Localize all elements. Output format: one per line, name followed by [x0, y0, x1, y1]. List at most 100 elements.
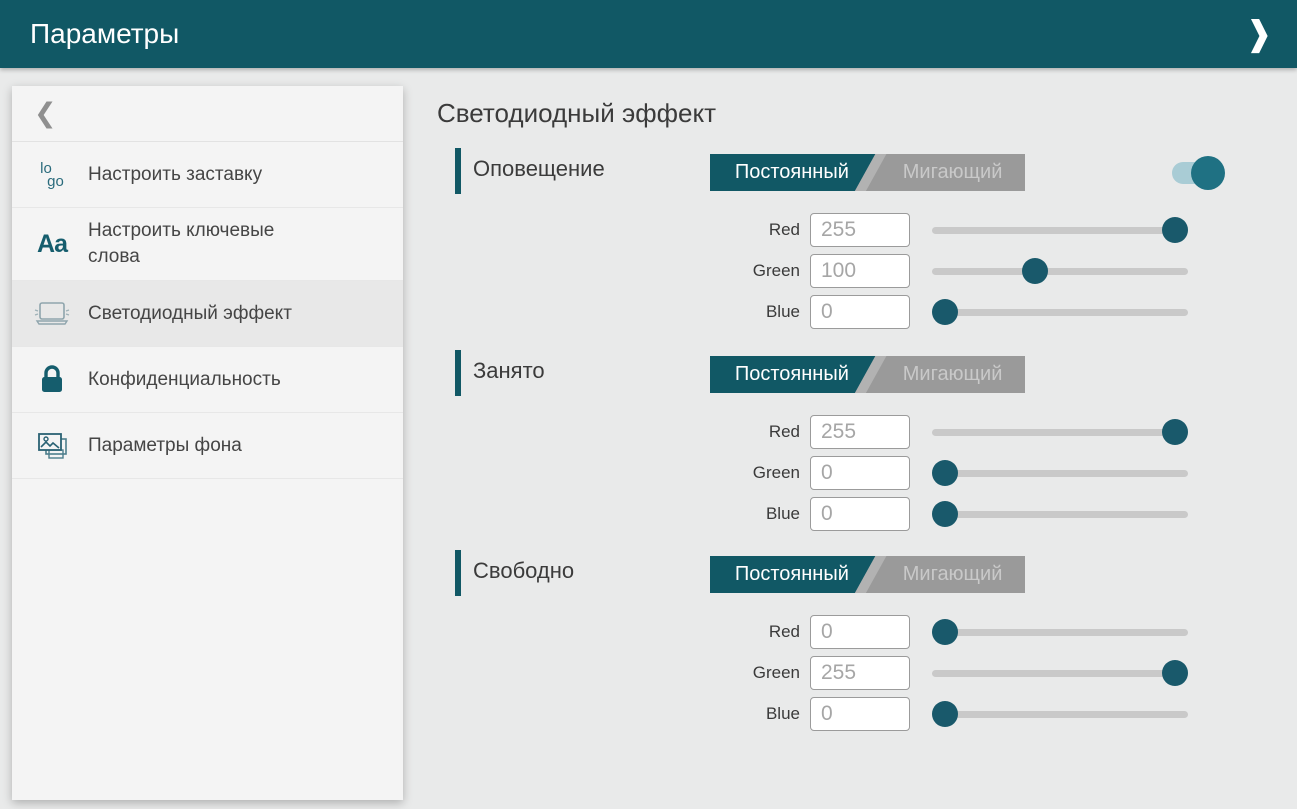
channel-value-input[interactable]: [810, 254, 910, 288]
settings-sidebar: ❮ logo Настроить заставку Aa Настроить к…: [12, 86, 403, 800]
slider-thumb[interactable]: [1162, 660, 1188, 686]
section-enable-switch[interactable]: [1172, 155, 1226, 191]
sidebar-item-5[interactable]: Параметры фона: [12, 413, 403, 479]
channel-label: Green: [437, 463, 800, 483]
segment-option-blinking[interactable]: Мигающий: [880, 556, 1025, 593]
led-screen-icon: [32, 298, 72, 330]
switch-thumb: [1191, 156, 1225, 190]
channel-slider[interactable]: [932, 419, 1188, 445]
sidebar-item-label: Светодиодный эффект: [88, 301, 292, 327]
rgb-rows: Red Green Blue: [437, 213, 1188, 329]
channel-value-input[interactable]: [810, 497, 910, 531]
channel-slider[interactable]: [932, 217, 1188, 243]
slider-thumb[interactable]: [1022, 258, 1048, 284]
channel-label: Blue: [437, 504, 800, 524]
slider-thumb[interactable]: [932, 460, 958, 486]
channel-row: Red: [437, 213, 1188, 247]
channel-slider[interactable]: [932, 258, 1188, 284]
rgb-rows: Red Green Blue: [437, 415, 1188, 531]
section-label: Свободно: [473, 558, 574, 584]
channel-row: Red: [437, 415, 1188, 449]
sidebar-item-3[interactable]: Светодиодный эффект: [12, 281, 403, 347]
background-images-icon: [32, 430, 72, 462]
channel-row: Red: [437, 615, 1188, 649]
sidebar-item-4[interactable]: Конфиденциальность: [12, 347, 403, 413]
main-content: Светодиодный эффект Оповещение Постоянны…: [437, 68, 1297, 809]
channel-row: Green: [437, 656, 1188, 690]
sidebar-menu: logo Настроить заставку Aa Настроить клю…: [12, 142, 403, 479]
slider-thumb[interactable]: [1162, 419, 1188, 445]
channel-label: Blue: [437, 704, 800, 724]
channel-slider[interactable]: [932, 501, 1188, 527]
led-section: Свободно Постоянный Мигающий Red Green B…: [437, 548, 1217, 743]
led-section: Занято Постоянный Мигающий Red Green Blu…: [437, 348, 1217, 543]
segment-option-constant[interactable]: Постоянный: [710, 556, 874, 593]
channel-value-input[interactable]: [810, 656, 910, 690]
channel-label: Green: [437, 261, 800, 281]
led-section: Оповещение Постоянный Мигающий Red Green…: [437, 146, 1217, 341]
logo-icon: logo: [32, 162, 72, 188]
slider-thumb[interactable]: [1162, 217, 1188, 243]
channel-label: Red: [437, 220, 800, 240]
segment-option-constant[interactable]: Постоянный: [710, 356, 874, 393]
slider-track: [932, 470, 1188, 477]
sidebar-item-label: Настроить заставку: [88, 162, 262, 188]
keywords-aa-icon: Aa: [32, 230, 72, 259]
section-accent-bar: [455, 148, 461, 194]
channel-slider[interactable]: [932, 619, 1188, 645]
slider-thumb[interactable]: [932, 299, 958, 325]
channel-row: Blue: [437, 295, 1188, 329]
slider-track: [932, 670, 1188, 677]
channel-value-input[interactable]: [810, 456, 910, 490]
section-accent-bar: [455, 350, 461, 396]
forward-chevron-icon[interactable]: ❱: [1237, 10, 1281, 58]
rgb-rows: Red Green Blue: [437, 615, 1188, 731]
mode-segmented-control[interactable]: Постоянный Мигающий: [710, 556, 1025, 593]
slider-track: [932, 429, 1188, 436]
lock-icon: [32, 364, 72, 396]
channel-value-input[interactable]: [810, 213, 910, 247]
sidebar-item-1[interactable]: logo Настроить заставку: [12, 142, 403, 208]
sidebar-item-label: Параметры фона: [88, 433, 242, 459]
section-accent-bar: [455, 550, 461, 596]
page-header-title: Параметры: [30, 18, 179, 50]
channel-slider[interactable]: [932, 299, 1188, 325]
section-label: Занято: [473, 358, 545, 384]
channel-label: Blue: [437, 302, 800, 322]
slider-track: [932, 268, 1188, 275]
sidebar-item-2[interactable]: Aa Настроить ключевые слова: [12, 208, 403, 281]
segment-option-constant[interactable]: Постоянный: [710, 154, 874, 191]
app-bar: Параметры ❱: [0, 0, 1297, 68]
slider-track: [932, 629, 1188, 636]
sidebar-item-label: Конфиденциальность: [88, 367, 281, 393]
channel-row: Blue: [437, 497, 1188, 531]
slider-track: [932, 309, 1188, 316]
channel-label: Green: [437, 663, 800, 683]
mode-segmented-control[interactable]: Постоянный Мигающий: [710, 356, 1025, 393]
slider-track: [932, 711, 1188, 718]
mode-segmented-control[interactable]: Постоянный Мигающий: [710, 154, 1025, 191]
channel-value-input[interactable]: [810, 415, 910, 449]
channel-label: Red: [437, 422, 800, 442]
section-label: Оповещение: [473, 156, 605, 182]
channel-slider[interactable]: [932, 660, 1188, 686]
channel-row: Blue: [437, 697, 1188, 731]
slider-thumb[interactable]: [932, 501, 958, 527]
channel-value-input[interactable]: [810, 697, 910, 731]
back-button[interactable]: ❮: [12, 86, 403, 142]
slider-thumb[interactable]: [932, 701, 958, 727]
content-title: Светодиодный эффект: [437, 98, 716, 129]
channel-value-input[interactable]: [810, 295, 910, 329]
slider-track: [932, 511, 1188, 518]
segment-option-blinking[interactable]: Мигающий: [880, 154, 1025, 191]
slider-track: [932, 227, 1188, 234]
slider-thumb[interactable]: [932, 619, 958, 645]
channel-label: Red: [437, 622, 800, 642]
channel-slider[interactable]: [932, 701, 1188, 727]
channel-value-input[interactable]: [810, 615, 910, 649]
channel-slider[interactable]: [932, 460, 1188, 486]
back-chevron-icon: ❮: [34, 98, 57, 129]
segment-option-blinking[interactable]: Мигающий: [880, 356, 1025, 393]
sidebar-item-label: Настроить ключевые слова: [88, 218, 323, 270]
channel-row: Green: [437, 456, 1188, 490]
